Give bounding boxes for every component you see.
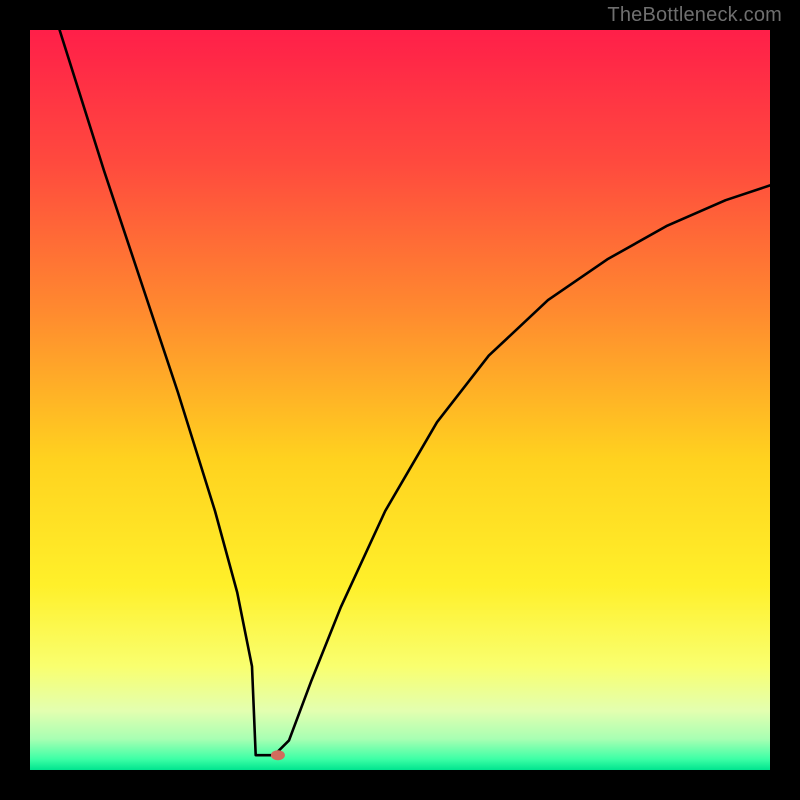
plot-svg: [30, 30, 770, 770]
plot-area-frame: [30, 30, 770, 770]
heat-background: [30, 30, 770, 770]
chart-stage: TheBottleneck.com: [0, 0, 800, 800]
optimal-point-marker: [271, 750, 285, 760]
watermark-text: TheBottleneck.com: [607, 4, 782, 27]
